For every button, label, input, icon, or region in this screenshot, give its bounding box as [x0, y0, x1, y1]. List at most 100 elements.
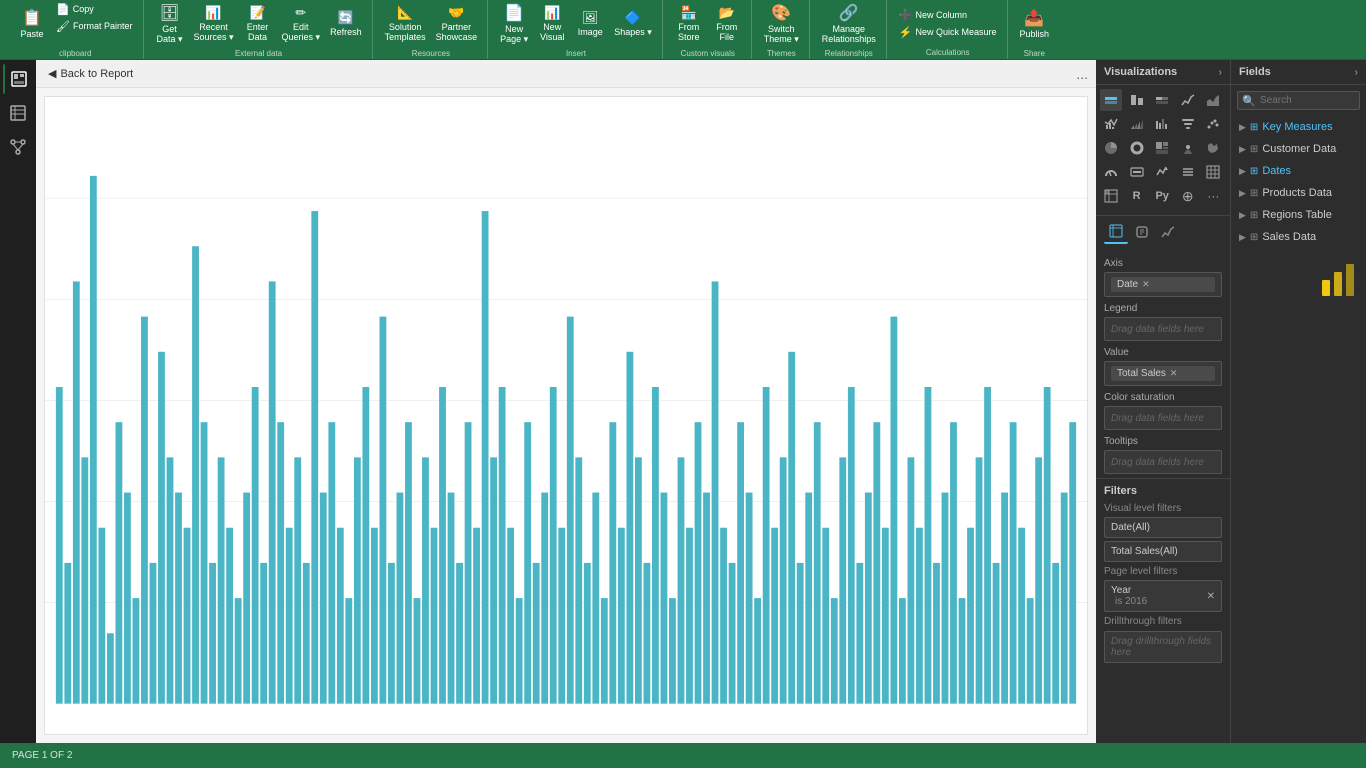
color-sat-well[interactable]: Drag data fields here	[1104, 406, 1222, 430]
more-visuals-icon[interactable]: ⊕	[1177, 185, 1199, 207]
line-clustered-icon[interactable]	[1100, 113, 1122, 135]
year-filter-tag[interactable]: Year is 2016 ✕	[1104, 580, 1222, 612]
analytics-tab[interactable]	[1156, 220, 1180, 244]
new-visual-button[interactable]: 📊 NewVisual	[534, 2, 570, 46]
ribbon-chart-icon[interactable]	[1126, 113, 1148, 135]
enter-data-button[interactable]: 📝 EnterData	[240, 2, 276, 46]
drillthrough-label: Drillthrough filters	[1104, 616, 1222, 627]
dots-more-icon[interactable]: ···	[1202, 185, 1224, 207]
python-icon[interactable]: Py	[1151, 185, 1173, 207]
key-measures-header[interactable]: ▶ ⊞ Key Measures	[1231, 118, 1366, 136]
new-quick-measure-button[interactable]: ⚡ New Quick Measure	[895, 25, 1001, 40]
slicer-icon[interactable]	[1177, 161, 1199, 183]
card-icon[interactable]	[1126, 161, 1148, 183]
value-remove-button[interactable]: ✕	[1170, 368, 1178, 379]
date-filter-tag[interactable]: Date(All)	[1104, 517, 1222, 538]
matrix-icon[interactable]	[1100, 185, 1122, 207]
switch-theme-button[interactable]: 🎨 SwitchTheme ▾	[760, 2, 803, 46]
report-view-button[interactable]	[3, 64, 33, 94]
viz-icons-grid: R Py ⊕ ···	[1096, 85, 1230, 211]
table-viz-icon[interactable]	[1202, 161, 1224, 183]
bar-chart-visual[interactable]	[45, 97, 1087, 734]
products-data-header[interactable]: ▶ ⊞ Products Data	[1231, 184, 1366, 202]
manage-relationships-button[interactable]: 🔗 ManageRelationships	[818, 2, 880, 46]
kpi-icon[interactable]	[1151, 161, 1173, 183]
fields-panel: Fields › 🔍 ▶ ⊞ Key Measures ▶ ⊞ Cus	[1231, 60, 1366, 743]
data-view-button[interactable]	[3, 98, 33, 128]
from-store-button[interactable]: 🏪 FromStore	[671, 2, 707, 46]
new-column-button[interactable]: ➕ New Column	[895, 8, 1001, 23]
stacked-bar-icon[interactable]	[1100, 89, 1122, 111]
regions-table-header[interactable]: ▶ ⊞ Regions Table	[1231, 206, 1366, 224]
ribbon-group-clipboard: 📋 Paste 📄 Copy 🖌 Format Painter clipboar…	[8, 0, 144, 59]
ribbon-group-resources: 📐 SolutionTemplates 🤝 PartnerShowcase Re…	[375, 0, 489, 59]
refresh-button[interactable]: 🔄 Refresh	[326, 2, 366, 46]
format-tab[interactable]	[1130, 220, 1154, 244]
sales-data-header[interactable]: ▶ ⊞ Sales Data	[1231, 228, 1366, 246]
more-options-button[interactable]: ...	[1076, 66, 1088, 82]
value-label: Value	[1104, 347, 1222, 358]
edit-queries-button[interactable]: ✏ EditQueries ▾	[278, 2, 325, 46]
waterfall-icon[interactable]	[1151, 113, 1173, 135]
total-sales-filter-tag[interactable]: Total Sales(All)	[1104, 541, 1222, 562]
partner-showcase-button[interactable]: 🤝 PartnerShowcase	[432, 2, 482, 46]
back-to-report-button[interactable]: ◀ Back to Report	[48, 67, 133, 80]
new-page-button[interactable]: 📄 NewPage ▾	[496, 2, 532, 46]
field-group-customer-data: ▶ ⊞ Customer Data	[1231, 138, 1366, 160]
chart-container[interactable]	[44, 96, 1088, 735]
paste-button[interactable]: 📋 Paste	[14, 2, 50, 46]
legend-label: Legend	[1104, 303, 1222, 314]
r-visual-icon[interactable]: R	[1126, 185, 1148, 207]
custom-visuals-label: Custom visuals	[681, 49, 735, 58]
value-well[interactable]: Total Sales ✕	[1104, 361, 1222, 386]
model-view-button[interactable]	[3, 132, 33, 162]
drillthrough-well[interactable]: Drag drillthrough fields here	[1104, 631, 1222, 663]
image-button[interactable]: 🖼 Image	[572, 2, 608, 46]
from-store-icon: 🏪	[681, 5, 697, 21]
scatter-icon[interactable]	[1202, 113, 1224, 135]
get-data-icon: 🗄	[159, 3, 179, 23]
dates-header[interactable]: ▶ ⊞ Dates	[1231, 162, 1366, 180]
products-data-table-icon: ⊞	[1250, 188, 1258, 199]
get-data-button[interactable]: 🗄 GetData ▾	[152, 2, 188, 46]
field-group-sales-data: ▶ ⊞ Sales Data	[1231, 226, 1366, 248]
legend-well[interactable]: Drag data fields here	[1104, 317, 1222, 341]
area-chart-icon[interactable]	[1202, 89, 1224, 111]
field-group-key-measures: ▶ ⊞ Key Measures	[1231, 116, 1366, 138]
treemap-icon[interactable]	[1151, 137, 1173, 159]
fields-tab[interactable]	[1104, 220, 1128, 244]
shapes-button[interactable]: 🔷 Shapes ▾	[610, 2, 656, 46]
donut-chart-icon[interactable]	[1126, 137, 1148, 159]
viz-panel-expand[interactable]: ›	[1219, 67, 1222, 78]
filled-map-icon[interactable]	[1202, 137, 1224, 159]
enter-data-icon: 📝	[249, 5, 265, 21]
customer-data-table-icon: ⊞	[1250, 144, 1258, 155]
pie-chart-icon[interactable]	[1100, 137, 1122, 159]
tooltips-well[interactable]: Drag data fields here	[1104, 450, 1222, 474]
from-file-button[interactable]: 📂 FromFile	[709, 2, 745, 46]
recent-sources-button[interactable]: 📊 RecentSources ▾	[190, 2, 238, 46]
insert-label: Insert	[566, 49, 586, 58]
clustered-bar-icon[interactable]	[1126, 89, 1148, 111]
map-icon[interactable]	[1177, 137, 1199, 159]
relationships-label: Relationships	[825, 49, 873, 58]
format-painter-button[interactable]: 🖌 Format Painter	[52, 19, 137, 34]
axis-well[interactable]: Date ✕	[1104, 272, 1222, 297]
regions-table-icon: ⊞	[1250, 210, 1258, 221]
year-filter-remove[interactable]: ✕	[1207, 591, 1215, 602]
dates-chevron: ▶	[1239, 166, 1246, 177]
solution-templates-button[interactable]: 📐 SolutionTemplates	[381, 2, 430, 46]
customer-data-header[interactable]: ▶ ⊞ Customer Data	[1231, 140, 1366, 158]
axis-remove-button[interactable]: ✕	[1142, 279, 1150, 290]
line-chart-icon[interactable]	[1177, 89, 1199, 111]
paste-icon: 📋	[22, 8, 42, 28]
clipboard-label: clipboard	[59, 49, 91, 58]
fields-panel-expand[interactable]: ›	[1355, 67, 1358, 78]
left-sidebar	[0, 60, 36, 743]
copy-button[interactable]: 📄 Copy	[52, 2, 137, 17]
100pct-stacked-bar-icon[interactable]	[1151, 89, 1173, 111]
gauge-icon[interactable]	[1100, 161, 1122, 183]
publish-button[interactable]: 📤 Publish	[1016, 2, 1054, 46]
external-data-label: External data	[235, 49, 282, 58]
funnel-icon[interactable]	[1177, 113, 1199, 135]
